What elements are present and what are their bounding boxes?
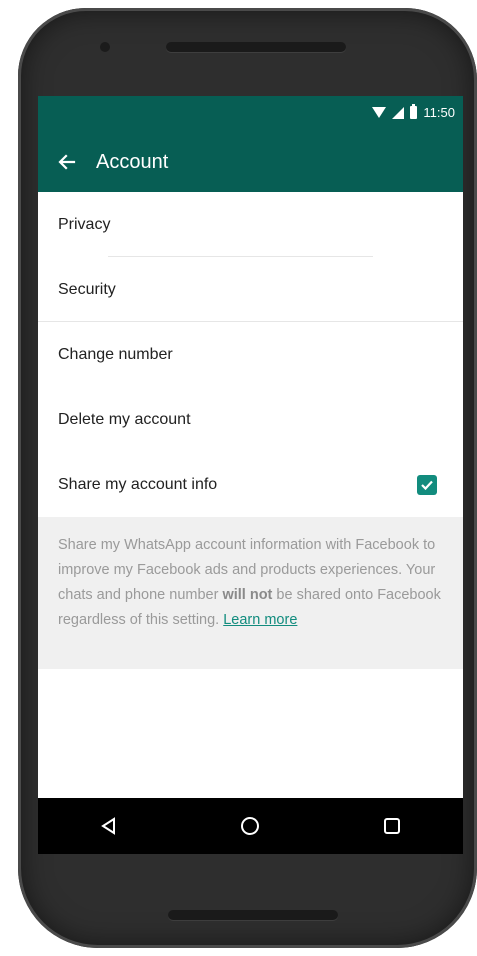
circle-home-icon[interactable] bbox=[230, 806, 270, 846]
share-account-info-checkbox[interactable] bbox=[417, 475, 437, 495]
settings-list: Privacy Security Change number Delete my… bbox=[38, 192, 463, 517]
menu-item-privacy[interactable]: Privacy bbox=[38, 192, 463, 257]
screen: 11:50 Account Privacy Security Change nu… bbox=[38, 96, 463, 854]
menu-item-label: Security bbox=[58, 280, 116, 298]
info-bold-text: will not bbox=[222, 587, 273, 603]
checkmark-icon bbox=[421, 480, 433, 491]
menu-item-label: Delete my account bbox=[58, 410, 191, 428]
share-account-info-label: Share my account info bbox=[58, 475, 218, 493]
menu-item-change-number[interactable]: Change number bbox=[38, 322, 463, 387]
status-icons: 11:50 bbox=[372, 104, 455, 120]
battery-icon bbox=[410, 104, 418, 119]
share-info-description: Share my WhatsApp account information wi… bbox=[38, 517, 463, 669]
signal-icon bbox=[392, 106, 405, 119]
triangle-back-icon[interactable] bbox=[89, 806, 129, 846]
status-bar: 11:50 bbox=[38, 96, 463, 132]
wifi-icon bbox=[372, 107, 387, 118]
top-speaker bbox=[166, 42, 346, 52]
menu-item-security[interactable]: Security bbox=[38, 257, 463, 322]
share-account-info-row[interactable]: Share my account info bbox=[38, 452, 463, 517]
status-time: 11:50 bbox=[423, 105, 455, 120]
square-recents-icon[interactable] bbox=[372, 806, 412, 846]
system-nav-bar bbox=[38, 798, 463, 854]
menu-item-label: Privacy bbox=[58, 215, 111, 233]
menu-item-delete-account[interactable]: Delete my account bbox=[38, 387, 463, 452]
bottom-speaker bbox=[168, 910, 338, 920]
learn-more-link[interactable]: Learn more bbox=[223, 612, 297, 628]
menu-item-label: Change number bbox=[58, 345, 173, 363]
page-title: Account bbox=[96, 150, 169, 173]
app-toolbar: Account bbox=[38, 132, 463, 192]
front-camera bbox=[100, 42, 110, 52]
arrow-back-icon[interactable] bbox=[42, 132, 92, 192]
